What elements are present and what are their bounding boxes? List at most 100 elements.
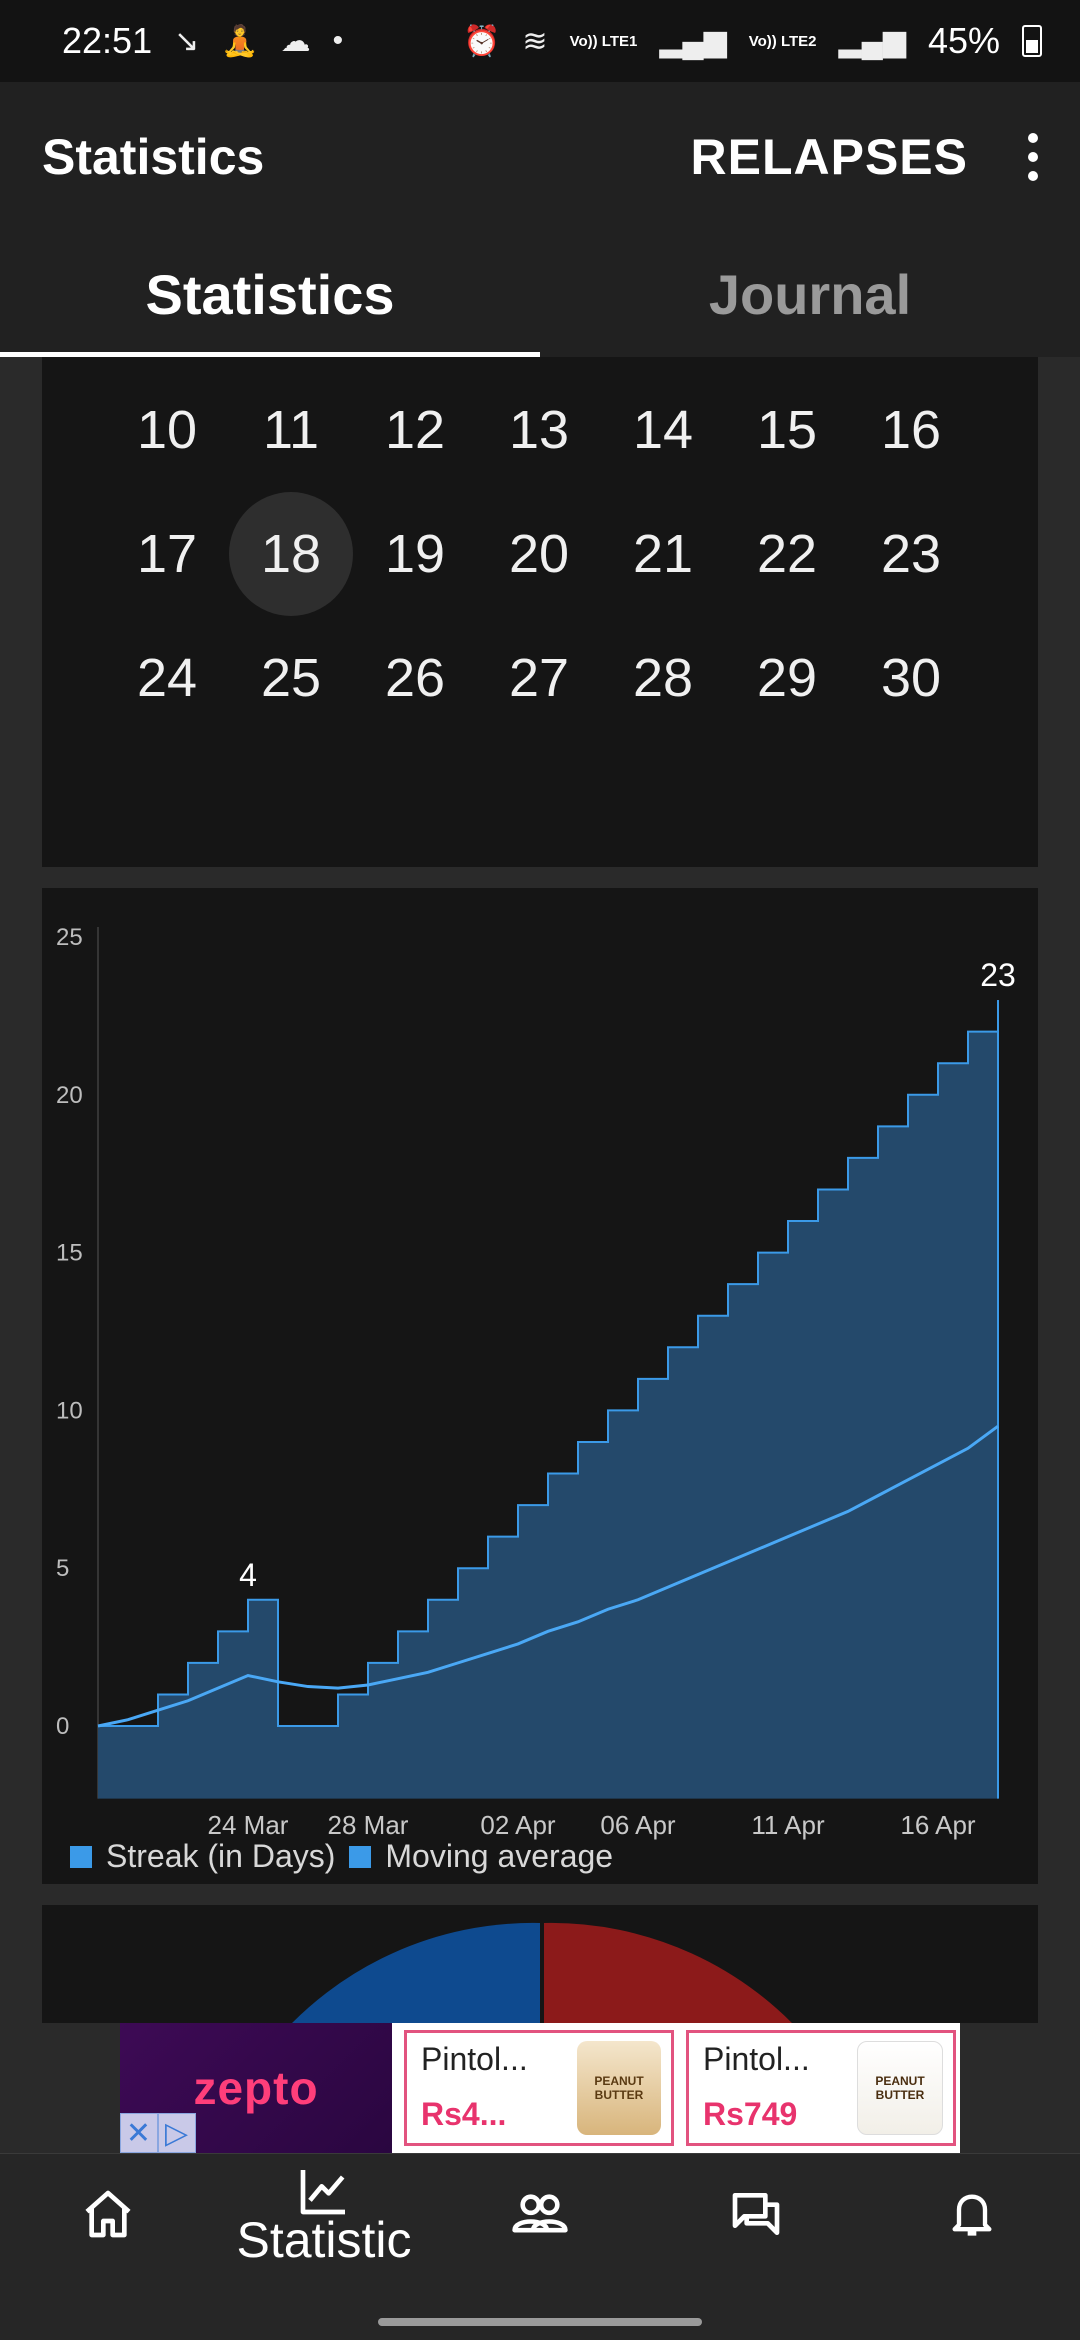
home-icon	[85, 2190, 131, 2238]
y-tick-label: 10	[56, 1397, 83, 1424]
calendar-week: 24 25 26 27 28 29 30	[42, 616, 1038, 726]
calendar-day[interactable]: 10	[105, 368, 229, 492]
data-label: 23	[980, 957, 1016, 993]
calendar-day[interactable]: 29	[725, 616, 849, 740]
nav-community[interactable]	[432, 2154, 648, 2274]
ad-choices-icon[interactable]: ▷	[158, 2113, 196, 2153]
bottom-navigation: Statistic	[0, 2153, 1080, 2274]
streak-chart: 25 20 15 10 5 0 4 23 24 Mar 28 Mar 02 Apr 06 Apr 11 …	[42, 888, 1038, 1884]
ad-banner[interactable]: zepto ✕ ▷ Pintol... Rs4... PEANUT BUTTER…	[120, 2023, 960, 2153]
calendar-day[interactable]: 16	[849, 368, 973, 492]
tab-statistics[interactable]: Statistics	[0, 232, 540, 357]
ad-product-card[interactable]: Pintol... Rs4... PEANUT BUTTER	[404, 2030, 674, 2146]
calendar-day[interactable]: 28	[601, 616, 725, 740]
calendar: 10 11 12 13 14 15 16 17 18 19 20 21 22 2…	[42, 357, 1038, 867]
more-options-icon[interactable]	[1018, 123, 1038, 191]
calendar-day[interactable]: 12	[353, 368, 477, 492]
chat-icon	[732, 2193, 780, 2235]
calendar-day[interactable]: 26	[353, 616, 477, 740]
battery-percent: 45%	[927, 20, 1000, 61]
network-2-label: Vo)) LTE2	[748, 32, 817, 50]
ad-brand-name: zepto	[193, 2062, 319, 2114]
streak-chart-svg: 25 20 15 10 5 0 4 23 24 Mar 28 Mar 02 Apr 06 Apr 11 …	[56, 924, 1016, 1840]
streak-area	[98, 1000, 998, 1799]
calendar-day[interactable]: 20	[477, 492, 601, 616]
tab-bar: Statistics Journal	[0, 232, 1080, 357]
nav-statistic[interactable]: Statistic	[216, 2154, 432, 2274]
home-gesture-bar[interactable]	[378, 2318, 702, 2326]
bell-icon	[952, 2194, 992, 2236]
y-tick-label: 0	[56, 1713, 69, 1740]
chart-legend: Streak (in Days) Moving average	[70, 1838, 613, 1875]
calendar-day[interactable]: 13	[477, 368, 601, 492]
pie-chart	[292, 1922, 792, 2023]
calendar-day[interactable]: 11	[229, 368, 353, 492]
calendar-week: 17 18 19 20 21 22 23	[42, 492, 1038, 616]
peanut-butter-jar-image: PEANUT BUTTER	[577, 2041, 661, 2135]
nav-home[interactable]	[0, 2154, 216, 2274]
x-tick-label: 11 Apr	[751, 1810, 825, 1840]
y-tick-label: 5	[56, 1555, 69, 1582]
pie-slice-blue	[292, 1922, 540, 2023]
meditation-icon: 🧘	[221, 24, 259, 58]
x-tick-label: 24 Mar	[208, 1810, 289, 1840]
calendar-day[interactable]: 23	[849, 492, 973, 616]
x-tick-label: 02 Apr	[480, 1810, 556, 1840]
calendar-day[interactable]: 21	[601, 492, 725, 616]
legend-swatch-moving-average	[349, 1845, 372, 1868]
calendar-day[interactable]: 27	[477, 616, 601, 740]
ad-product-card[interactable]: Pintol... Rs749 PEANUT BUTTER	[686, 2030, 956, 2146]
ad-product-name: Pintol...	[703, 2041, 810, 2077]
data-label: 4	[239, 1557, 257, 1593]
calendar-day[interactable]: 17	[105, 492, 229, 616]
y-tick-label: 25	[56, 924, 83, 951]
missed-call-icon: ↘	[174, 24, 200, 58]
ad-product-image-label: PEANUT BUTTER	[875, 2074, 925, 2102]
legend-label-moving-average: Moving average	[385, 1838, 614, 1874]
ad-brand-logo[interactable]: zepto ✕ ▷	[120, 2023, 392, 2153]
signal-2-icon: ▂▄▆	[838, 24, 906, 58]
pie-chart-card	[42, 1905, 1038, 2023]
network-1-label: Vo)) LTE1	[569, 32, 638, 50]
status-bar: 22:51 ↘ 🧘 ☁ • ⏰ ≋ Vo)) LTE1 ▂▄▆ Vo)) LTE…	[0, 0, 1080, 82]
x-tick-label: 28 Mar	[328, 1810, 409, 1840]
wifi-icon: ≋	[522, 24, 548, 58]
legend-swatch-streak	[70, 1845, 92, 1868]
calendar-day[interactable]: 25	[229, 616, 353, 740]
ad-product-name: Pintol...	[421, 2041, 528, 2077]
calendar-day[interactable]: 24	[105, 616, 229, 740]
dot-icon: •	[332, 24, 344, 57]
page-title: Statistics	[42, 129, 265, 185]
status-time: 22:51	[62, 20, 153, 61]
calendar-day[interactable]: 19	[353, 492, 477, 616]
nav-chat[interactable]	[648, 2154, 864, 2274]
people-icon	[512, 2194, 568, 2233]
calendar-day[interactable]: 22	[725, 492, 849, 616]
ad-product-image-label: PEANUT BUTTER	[594, 2074, 644, 2102]
peanut-butter-jar-image: PEANUT BUTTER	[857, 2041, 943, 2135]
nav-statistic-label: Statistic	[236, 2212, 412, 2268]
calendar-day[interactable]: 15	[725, 368, 849, 492]
tab-journal[interactable]: Journal	[540, 232, 1080, 357]
chart-icon	[300, 2170, 345, 2215]
gesture-area	[0, 2273, 1080, 2340]
calendar-week: 10 11 12 13 14 15 16	[42, 368, 1038, 478]
cloud-icon: ☁	[280, 24, 311, 58]
relapses-button[interactable]: RELAPSES	[690, 128, 968, 186]
x-tick-label: 16 Apr	[900, 1810, 976, 1840]
ad-close-icon[interactable]: ✕	[120, 2113, 158, 2153]
signal-1-icon: ▂▄▆	[659, 24, 727, 58]
calendar-day[interactable]: 30	[849, 616, 973, 740]
y-tick-label: 15	[56, 1240, 83, 1267]
ad-product-price: Rs749	[703, 2096, 798, 2132]
ad-product-price: Rs4...	[421, 2096, 507, 2132]
y-tick-label: 20	[56, 1082, 83, 1109]
legend-label-streak: Streak (in Days)	[106, 1838, 336, 1874]
calendar-day[interactable]: 14	[601, 368, 725, 492]
pie-slice-red	[544, 1922, 792, 2023]
alarm-icon: ⏰	[463, 24, 501, 58]
nav-notifications[interactable]	[864, 2154, 1080, 2274]
calendar-day-selected[interactable]: 18	[229, 492, 353, 616]
battery-icon	[1022, 25, 1042, 57]
app-bar: Statistics RELAPSES	[0, 82, 1080, 232]
